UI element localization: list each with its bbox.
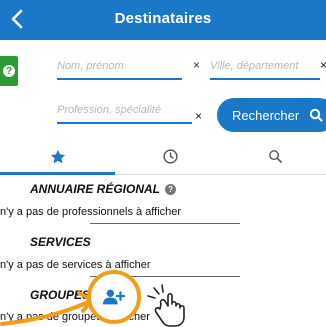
hand-pointer-icon [147, 284, 185, 327]
highlight-arrow [0, 291, 94, 326]
add-user-icon [102, 289, 126, 305]
add-group-button[interactable] [87, 270, 141, 324]
